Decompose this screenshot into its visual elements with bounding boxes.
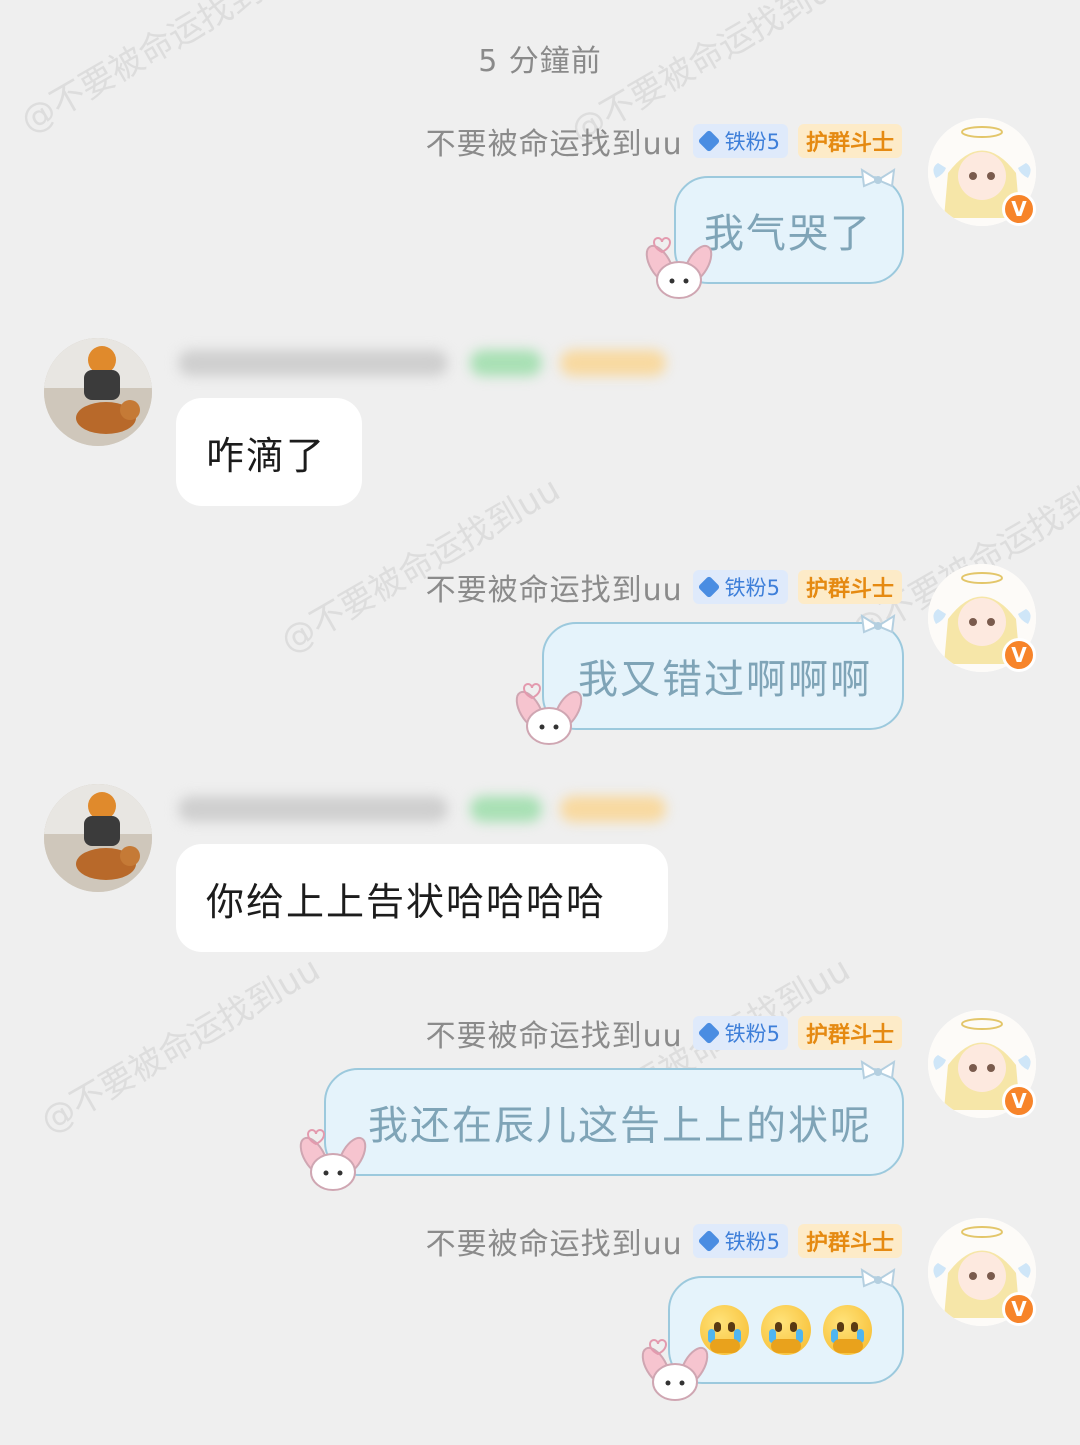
message-text: 我还在辰儿这告上上的状呢 [368,1103,872,1149]
blurred-badge [470,796,542,822]
diamond-icon [697,1229,720,1253]
verified-badge: V [1002,192,1036,226]
message-row: V 不要被命运找到uu 铁粉5 护群斗士 我又错过啊啊啊 [0,564,1080,754]
message-bubble[interactable]: 我又错过啊啊啊 [542,622,904,730]
role-badge: 护群斗士 [797,124,902,158]
blurred-badge [560,796,666,822]
crying-face-icon [761,1305,811,1355]
ribbon-bow-icon [860,168,896,188]
blurred-sender-name [178,796,448,822]
fan-level-badge: 铁粉5 [692,124,788,158]
verified-badge: V [1002,1084,1036,1118]
fan-badge-label: 铁粉5 [724,576,780,600]
melody-sticker-icon [641,1339,709,1401]
message-bubble[interactable]: 咋滴了 [176,398,362,506]
role-badge: 护群斗士 [797,1016,902,1050]
message-text: 你给上上告状哈哈哈哈 [206,879,607,924]
melody-sticker-icon [515,683,583,745]
timestamp: 5 分鐘前 [478,44,602,79]
fan-badge-label: 铁粉5 [724,1230,780,1254]
message-text: 我又错过啊啊啊 [578,657,872,703]
verified-badge: V [1002,638,1036,672]
ribbon-bow-icon [860,1268,896,1288]
message-bubble[interactable]: 我还在辰儿这告上上的状呢 [324,1068,904,1176]
fan-badge-label: 铁粉5 [724,1022,780,1046]
message-row: V 不要被命运找到uu 铁粉5 护群斗士 我还在辰儿这告上上的状呢 [0,1010,1080,1200]
sender-name[interactable]: 不要被命运找到uu [426,1011,683,1055]
other-avatar[interactable] [44,784,152,892]
sender-line: 不要被命运找到uu 铁粉5 护群斗士 [426,119,902,163]
fan-level-badge: 铁粉5 [692,1016,788,1050]
sender-line: 不要被命运找到uu 铁粉5 护群斗士 [426,1011,902,1055]
fan-level-badge: 铁粉5 [692,570,788,604]
ribbon-bow-icon [860,1060,896,1080]
message-text: 我气哭了 [704,211,872,257]
sender-name[interactable]: 不要被命运找到uu [426,1219,683,1263]
fan-level-badge: 铁粉5 [692,1224,788,1258]
fan-badge-label: 铁粉5 [724,130,780,154]
message-row: 咋滴了 [0,338,1080,518]
crying-face-icon [822,1305,872,1355]
dog-photo-avatar-icon [44,784,152,892]
blurred-sender-name [178,350,448,376]
diamond-icon [697,129,720,153]
melody-sticker-icon [645,237,713,299]
sender-name[interactable]: 不要被命运找到uu [426,119,683,163]
message-row: V 不要被命运找到uu 铁粉5 护群斗士 我气哭了 [0,118,1080,308]
sender-name[interactable]: 不要被命运找到uu [426,565,683,609]
role-badge: 护群斗士 [797,570,902,604]
diamond-icon [697,1021,720,1045]
message-text: 咋滴了 [206,433,327,478]
blurred-badge [470,350,542,376]
dog-photo-avatar-icon [44,338,152,446]
ribbon-bow-icon [860,614,896,634]
message-bubble[interactable]: 你给上上告状哈哈哈哈 [176,844,668,952]
verified-badge: V [1002,1292,1036,1326]
message-row: 你给上上告状哈哈哈哈 [0,784,1080,964]
role-badge: 护群斗士 [797,1224,902,1258]
diamond-icon [697,575,720,599]
melody-sticker-icon [299,1129,367,1191]
sender-line: 不要被命运找到uu 铁粉5 护群斗士 [426,1219,902,1263]
message-row: V 不要被命运找到uu 铁粉5 护群斗士 [0,1218,1080,1418]
blurred-badge [560,350,666,376]
sender-line: 不要被命运找到uu 铁粉5 护群斗士 [426,565,902,609]
other-avatar[interactable] [44,338,152,446]
